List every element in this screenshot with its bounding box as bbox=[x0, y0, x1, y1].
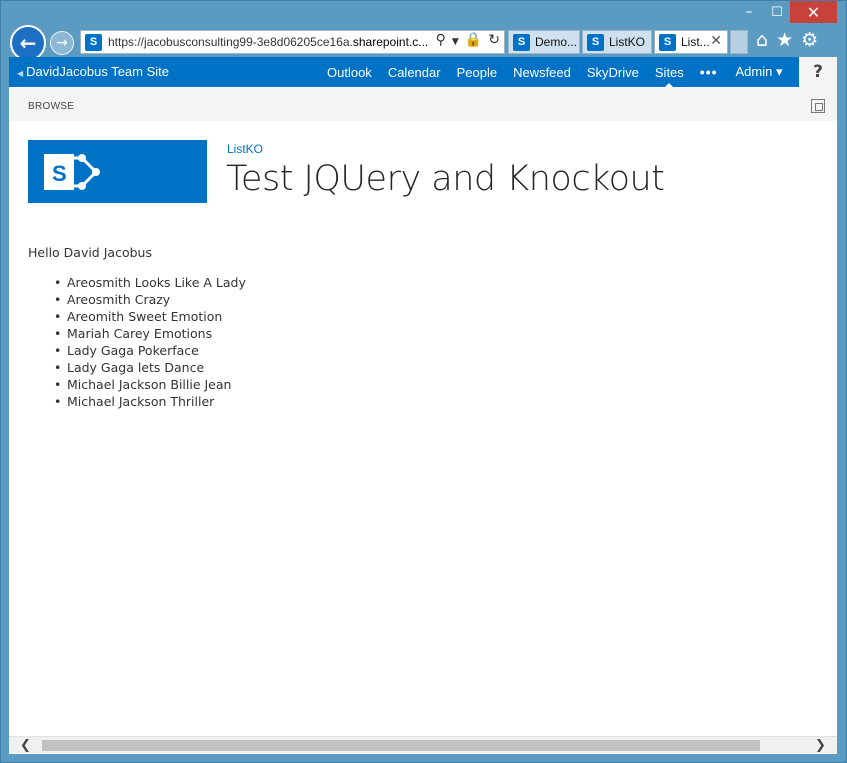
search-icon[interactable]: ⚲ bbox=[436, 32, 446, 52]
list-item: Areosmith Looks Like A Lady bbox=[54, 274, 246, 291]
sharepoint-favicon-icon: S bbox=[513, 33, 530, 51]
home-icon[interactable]: ⌂ bbox=[756, 29, 768, 51]
list-item: Lady Gaga Pokerface bbox=[54, 342, 246, 359]
browser-tab-demo[interactable]: S Demo... bbox=[508, 30, 580, 54]
close-tab-icon[interactable]: ✕ bbox=[710, 33, 722, 49]
lock-icon[interactable]: 🔒 bbox=[465, 32, 482, 52]
arrow-right-icon: → bbox=[56, 35, 68, 51]
tab-label: List... bbox=[681, 35, 710, 49]
list-item: Michael Jackson Billie Jean bbox=[54, 376, 246, 393]
tab-label: Demo... bbox=[535, 35, 578, 49]
page-title: Test JQUery and Knockout bbox=[226, 159, 665, 199]
horizontal-scrollbar[interactable]: ❮ ❯ bbox=[9, 736, 837, 753]
svg-text:S: S bbox=[52, 161, 67, 186]
browser-toolbar: ← → S https://jacobusconsulting99-3e8d06… bbox=[1, 23, 846, 61]
arrow-left-icon: ← bbox=[19, 31, 37, 55]
address-bar[interactable]: S https://jacobusconsulting99-3e8d06205c… bbox=[80, 30, 505, 54]
page-viewport: ◀ DavidJacobus Team Site Outlook Calendar… bbox=[9, 57, 837, 754]
admin-menu-button[interactable]: Admin ▾ bbox=[736, 64, 783, 80]
sharepoint-logo-icon: S bbox=[44, 154, 100, 190]
forward-button[interactable]: → bbox=[50, 31, 74, 55]
list-item: Areosmith Crazy bbox=[54, 291, 246, 308]
tab-label: ListKO bbox=[609, 35, 646, 49]
site-logo[interactable]: S bbox=[28, 140, 207, 203]
address-tools: ⚲ ▼ 🔒 ↻ bbox=[436, 32, 500, 52]
suite-links: Outlook Calendar People Newsfeed SkyDriv… bbox=[327, 57, 783, 88]
chevron-left-icon: ◀ bbox=[17, 69, 24, 78]
site-title-link[interactable]: ◀ DavidJacobus Team Site bbox=[17, 64, 169, 79]
sharepoint-favicon-icon: S bbox=[85, 33, 102, 51]
star-icon[interactable]: ★ bbox=[776, 29, 793, 51]
suite-link-calendar[interactable]: Calendar bbox=[388, 65, 441, 80]
sharepoint-favicon-icon: S bbox=[587, 33, 604, 51]
suite-link-skydrive[interactable]: SkyDrive bbox=[587, 65, 639, 80]
browser-right-tools: ⌂ ★ ⚙ bbox=[756, 29, 818, 51]
list-item: Mariah Carey Emotions bbox=[54, 325, 246, 342]
browser-tab-active[interactable]: S List... ✕ bbox=[654, 30, 728, 54]
breadcrumb-site-link[interactable]: ListKO bbox=[227, 142, 263, 156]
list-item: Areomith Sweet Emotion bbox=[54, 308, 246, 325]
sharepoint-favicon-icon: S bbox=[659, 33, 676, 51]
scrollbar-thumb[interactable] bbox=[42, 740, 760, 751]
back-button[interactable]: ← bbox=[10, 25, 46, 61]
scroll-right-arrow-icon[interactable]: ❯ bbox=[812, 737, 829, 754]
help-button[interactable]: ? bbox=[799, 57, 837, 87]
more-links-button[interactable]: ••• bbox=[700, 64, 718, 80]
dropdown-icon[interactable]: ▼ bbox=[452, 32, 459, 52]
focus-on-content-icon[interactable] bbox=[811, 99, 825, 113]
suite-link-outlook[interactable]: Outlook bbox=[327, 65, 372, 80]
refresh-icon[interactable]: ↻ bbox=[488, 32, 500, 52]
url-prefix: https://jacobusconsulting99-3e8d06205ce1… bbox=[108, 35, 353, 49]
gear-icon[interactable]: ⚙ bbox=[801, 29, 818, 51]
list-item: Michael Jackson Thriller bbox=[54, 393, 246, 410]
new-tab-button[interactable] bbox=[730, 30, 748, 54]
address-url[interactable]: https://jacobusconsulting99-3e8d06205ce1… bbox=[108, 35, 428, 49]
url-host: sharepoint.c... bbox=[352, 35, 428, 49]
song-list: Areosmith Looks Like A Lady Areosmith Cr… bbox=[54, 274, 246, 410]
scroll-left-arrow-icon[interactable]: ❮ bbox=[17, 737, 34, 754]
suite-bar: ◀ DavidJacobus Team Site Outlook Calendar… bbox=[9, 57, 837, 88]
list-item: Lady Gaga lets Dance bbox=[54, 359, 246, 376]
suite-link-newsfeed[interactable]: Newsfeed bbox=[513, 65, 571, 80]
browser-window: – ☐ ✕ ← → S https://jacobusconsulting99-… bbox=[0, 0, 847, 763]
close-window-button[interactable]: ✕ bbox=[790, 1, 837, 23]
maximize-button[interactable]: ☐ bbox=[764, 1, 790, 23]
suite-link-sites[interactable]: Sites bbox=[655, 65, 684, 88]
browser-tab-listko[interactable]: S ListKO bbox=[582, 30, 652, 54]
greeting-text: Hello David Jacobus bbox=[28, 245, 152, 260]
minimize-button[interactable]: – bbox=[734, 1, 764, 23]
ribbon-tab-browse[interactable]: BROWSE bbox=[28, 101, 74, 112]
ribbon: BROWSE bbox=[9, 87, 837, 121]
suite-link-people[interactable]: People bbox=[457, 65, 497, 80]
